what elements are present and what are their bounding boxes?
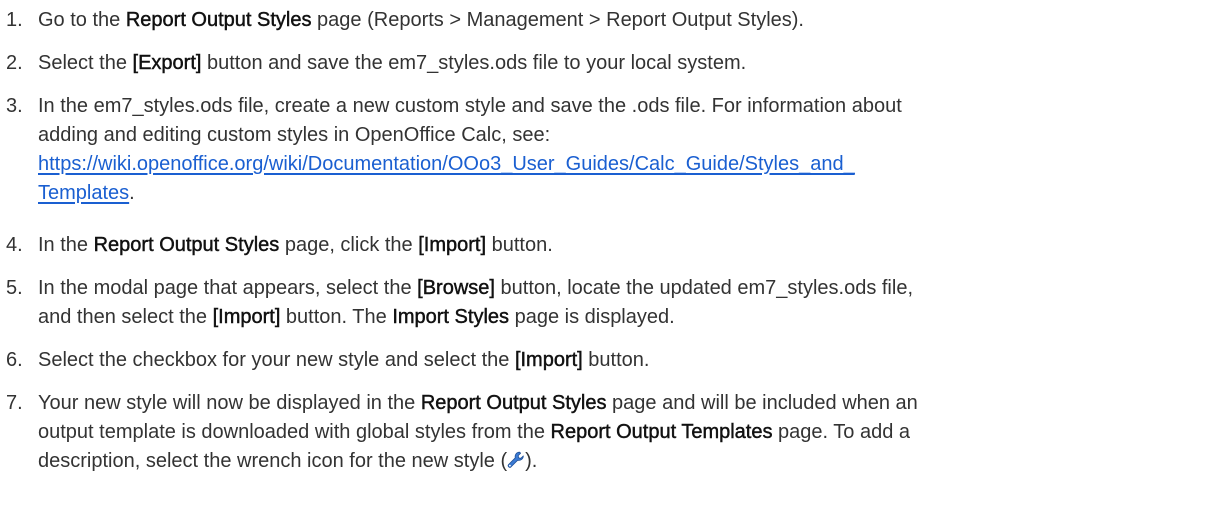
ui-term: Report Output Styles	[420, 392, 607, 414]
calc-styles-guide-link[interactable]: https://wiki.openoffice.org/wiki/Documen…	[38, 153, 855, 204]
ui-term: [Import]	[212, 306, 281, 328]
text-run: page and will be included when an	[606, 392, 918, 414]
ui-term: [Browse]	[417, 277, 495, 299]
link-text: https://wiki.openoffice.org/wiki/Documen…	[38, 153, 855, 175]
wrench-icon	[507, 451, 525, 469]
text-run: output template is downloaded with globa…	[38, 421, 551, 443]
text-run: description, select the wrench icon for …	[38, 450, 508, 472]
step-number: 6.	[6, 349, 23, 371]
text-run: button, locate the updated em7_styles.od…	[494, 277, 914, 299]
ui-term: Report Output Styles	[93, 234, 280, 256]
text-run: button.	[582, 349, 650, 371]
link-text: Templates	[38, 182, 130, 204]
text-run: In the modal page that appears, select t…	[38, 277, 418, 299]
step-number: 5.	[6, 277, 23, 299]
step-text: Select the checkbox for your new style a…	[38, 346, 1198, 375]
ui-term: [Import]	[514, 349, 583, 371]
text-run: button.	[486, 234, 553, 256]
ui-term: [Import]	[418, 234, 487, 256]
step-number: 1.	[6, 9, 23, 31]
step-number: 7.	[6, 392, 23, 414]
text-run: button. The	[280, 306, 393, 328]
text-run: page, click the	[279, 234, 419, 256]
step-text: Your new style will now be displayed in …	[38, 389, 1198, 476]
text-run: page. To add a	[772, 421, 911, 443]
step-text: In the em7_styles.ods file, create a new…	[38, 92, 1198, 208]
text-run: Select the	[38, 52, 133, 74]
step-text: In the modal page that appears, select t…	[38, 274, 1198, 332]
text-run: Your new style will now be displayed in …	[38, 392, 421, 414]
step-text: In the Report Output Styles page, click …	[38, 231, 1198, 260]
text-run: button and save the em7_styles.ods file …	[201, 52, 747, 74]
step-text: Select the [Export] button and save the …	[38, 49, 1198, 78]
ui-term: [Export]	[132, 52, 202, 74]
text-run: In the	[38, 234, 94, 256]
ui-term: Import Styles	[392, 306, 510, 328]
ui-term: Report Output Templates	[550, 421, 773, 443]
text-run: adding and editing custom styles in Open…	[38, 124, 551, 146]
text-run: In the em7_styles.ods file, create a new…	[38, 95, 902, 117]
text-run: Select the checkbox for your new style a…	[38, 349, 515, 371]
step-text: Go to the Report Output Styles page (Rep…	[38, 6, 1198, 35]
text-run: ).	[525, 450, 538, 472]
step-number: 3.	[6, 95, 23, 117]
text-run: page is displayed.	[509, 306, 675, 328]
text-run: page (Reports > Management > Report Outp…	[311, 9, 804, 31]
ui-term: Report Output Styles	[125, 9, 312, 31]
step-number: 4.	[6, 234, 23, 256]
text-run: .	[129, 182, 135, 204]
text-run: Go to the	[38, 9, 126, 31]
text-run: and then select the	[38, 306, 213, 328]
step-number: 2.	[6, 52, 23, 74]
